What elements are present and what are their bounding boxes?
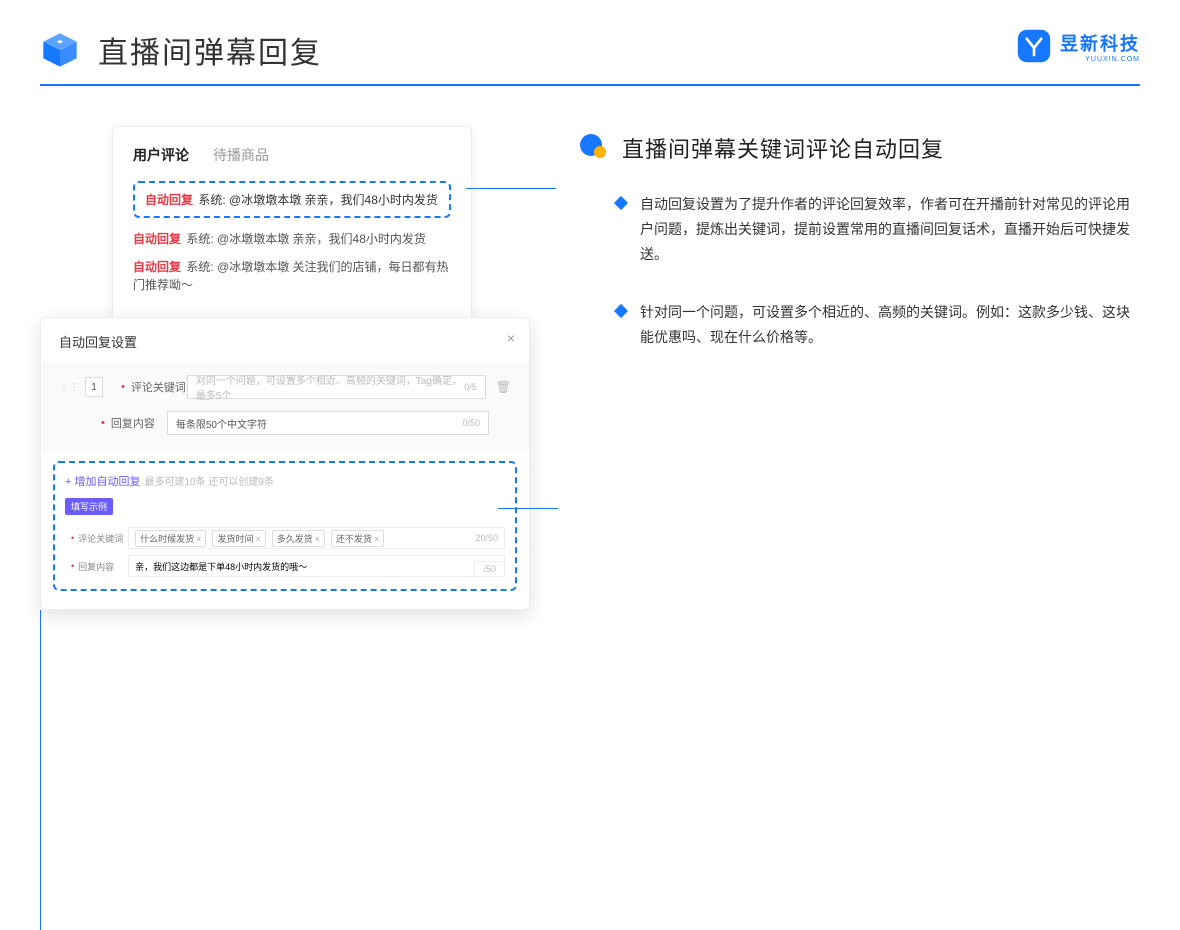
ex-keyword-input[interactable]: 什么时候发货 发货时间 多久发货 还不发货 20/50 — [128, 527, 505, 549]
drag-handle-icon[interactable]: ⋮⋮ — [59, 382, 79, 393]
keyword-chip[interactable]: 多久发货 — [272, 530, 325, 547]
comment-row: 自动回复 系统: @冰墩墩本墩 亲亲，我们48小时内发货 — [133, 230, 451, 248]
keyword-counter: 0/5 — [464, 382, 477, 392]
settings-title: 自动回复设置 — [41, 332, 529, 361]
ex-content-label: 回复内容 — [78, 560, 128, 573]
required-dot: • — [101, 417, 105, 429]
add-hint: 最多可建10条 还可以创建9条 — [144, 477, 273, 488]
auto-reply-label: 自动回复 — [133, 260, 181, 274]
bullet-item: 针对同一个问题，可设置多个相近的、高频的关键词。例如：这款多少钱、这块能优惠吗、… — [616, 300, 1140, 350]
example-keyword-row: • 评论关键词 什么时候发货 发货时间 多久发货 还不发货 20/50 — [71, 527, 505, 549]
page-title: 直播间弹幕回复 — [98, 28, 322, 72]
chat-bubble-icon — [580, 134, 608, 162]
close-icon[interactable]: × — [507, 330, 515, 346]
ex-keyword-counter: 20/50 — [475, 533, 498, 543]
bullet-text: 针对同一个问题，可设置多个相近的、高频的关键词。例如：这款多少钱、这块能优惠吗、… — [640, 300, 1140, 350]
delete-icon[interactable]: 🗑 — [496, 380, 511, 394]
comments-card: 用户评论 待播商品 自动回复 系统: @冰墩墩本墩 亲亲，我们48小时内发货 自… — [112, 126, 472, 327]
bullet-text: 自动回复设置为了提升作者的评论回复效率，作者可在开播前针对常见的评论用户问题，提… — [640, 192, 1140, 268]
brand-icon — [1016, 28, 1052, 64]
keyword-label: 评论关键词 — [131, 379, 187, 395]
connector-line — [40, 610, 41, 930]
connector-line — [466, 188, 556, 189]
ex-content-input[interactable]: 亲，我们这边都是下单48小时内发货的哦～ 37/50 — [128, 555, 505, 577]
tab-row: 用户评论 待播商品 — [133, 145, 451, 165]
example-block: + 增加自动回复最多可建10条 还可以创建9条 填写示例 • 评论关键词 什么时… — [53, 461, 517, 591]
settings-card: 自动回复设置 × ⋮⋮ 1 • 评论关键词 对同一个问题，可设置多个相近、高频的… — [40, 317, 530, 610]
example-badge: 填写示例 — [65, 498, 113, 515]
connector-line — [498, 508, 558, 509]
comment-text: 系统: @冰墩墩本墩 亲亲，我们48小时内发货 — [183, 232, 426, 246]
tab-user-comments[interactable]: 用户评论 — [133, 145, 189, 165]
brand-block: 昱新科技 YUUXIN.COM — [1016, 28, 1140, 64]
keyword-input[interactable]: 对同一个问题，可设置多个相近、高频的关键词，Tag确定，最多5个 0/5 — [187, 375, 486, 399]
content-placeholder: 每条限50个中文字符 — [176, 416, 267, 431]
settings-body: ⋮⋮ 1 • 评论关键词 对同一个问题，可设置多个相近、高频的关键词，Tag确定… — [41, 361, 529, 451]
auto-reply-text: 系统: @冰墩墩本墩 亲亲，我们48小时内发货 — [195, 193, 438, 207]
keyword-chip[interactable]: 什么时候发货 — [135, 530, 206, 547]
diamond-bullet-icon — [614, 196, 628, 210]
example-content-row: • 回复内容 亲，我们这边都是下单48小时内发货的哦～ 37/50 — [71, 555, 505, 577]
auto-reply-label: 自动回复 — [145, 193, 193, 207]
keyword-chip[interactable]: 发货时间 — [212, 530, 265, 547]
add-auto-reply-link[interactable]: + 增加自动回复最多可建10条 还可以创建9条 — [65, 473, 505, 489]
diamond-bullet-icon — [614, 303, 628, 317]
page-header: 直播间弹幕回复 昱新科技 YUUXIN.COM — [0, 0, 1180, 84]
chip-row: 什么时候发货 发货时间 多久发货 还不发货 — [135, 530, 384, 547]
keyword-row: ⋮⋮ 1 • 评论关键词 对同一个问题，可设置多个相近、高频的关键词，Tag确定… — [59, 375, 511, 399]
cube-logo-icon — [40, 30, 80, 70]
brand-name: 昱新科技 — [1060, 30, 1140, 56]
brand-url: YUUXIN.COM — [1060, 56, 1140, 63]
main-layout: 用户评论 待播商品 自动回复 系统: @冰墩墩本墩 亲亲，我们48小时内发货 自… — [0, 86, 1180, 930]
required-dot: • — [121, 381, 125, 393]
content-input[interactable]: 每条限50个中文字符 0/50 — [167, 411, 489, 435]
ex-keyword-label: 评论关键词 — [78, 532, 128, 545]
section-head: 直播间弹幕关键词评论自动回复 — [580, 132, 1140, 164]
keyword-chip[interactable]: 还不发货 — [331, 530, 384, 547]
section-title: 直播间弹幕关键词评论自动回复 — [622, 132, 944, 164]
keyword-placeholder: 对同一个问题，可设置多个相近、高频的关键词，Tag确定，最多5个 — [196, 372, 464, 402]
ex-content-value: 亲，我们这边都是下单48小时内发货的哦～ — [135, 560, 307, 573]
content-label: 回复内容 — [111, 415, 167, 431]
bullet-item: 自动回复设置为了提升作者的评论回复效率，作者可在开播前针对常见的评论用户问题，提… — [616, 192, 1140, 268]
comment-row: 自动回复 系统: @冰墩墩本墩 关注我们的店铺，每日都有热门推荐呦～ — [133, 258, 451, 294]
left-column: 用户评论 待播商品 自动回复 系统: @冰墩墩本墩 亲亲，我们48小时内发货 自… — [40, 126, 540, 930]
content-row: • 回复内容 每条限50个中文字符 0/50 — [59, 411, 511, 435]
highlighted-auto-reply: 自动回复 系统: @冰墩墩本墩 亲亲，我们48小时内发货 — [133, 181, 451, 218]
right-column: 直播间弹幕关键词评论自动回复 自动回复设置为了提升作者的评论回复效率，作者可在开… — [580, 126, 1140, 930]
auto-reply-label: 自动回复 — [133, 232, 181, 246]
tab-pending-products[interactable]: 待播商品 — [213, 145, 269, 165]
index-box: 1 — [85, 377, 103, 397]
outer-counter: /50 — [474, 561, 505, 577]
content-counter: 0/50 — [462, 418, 480, 428]
